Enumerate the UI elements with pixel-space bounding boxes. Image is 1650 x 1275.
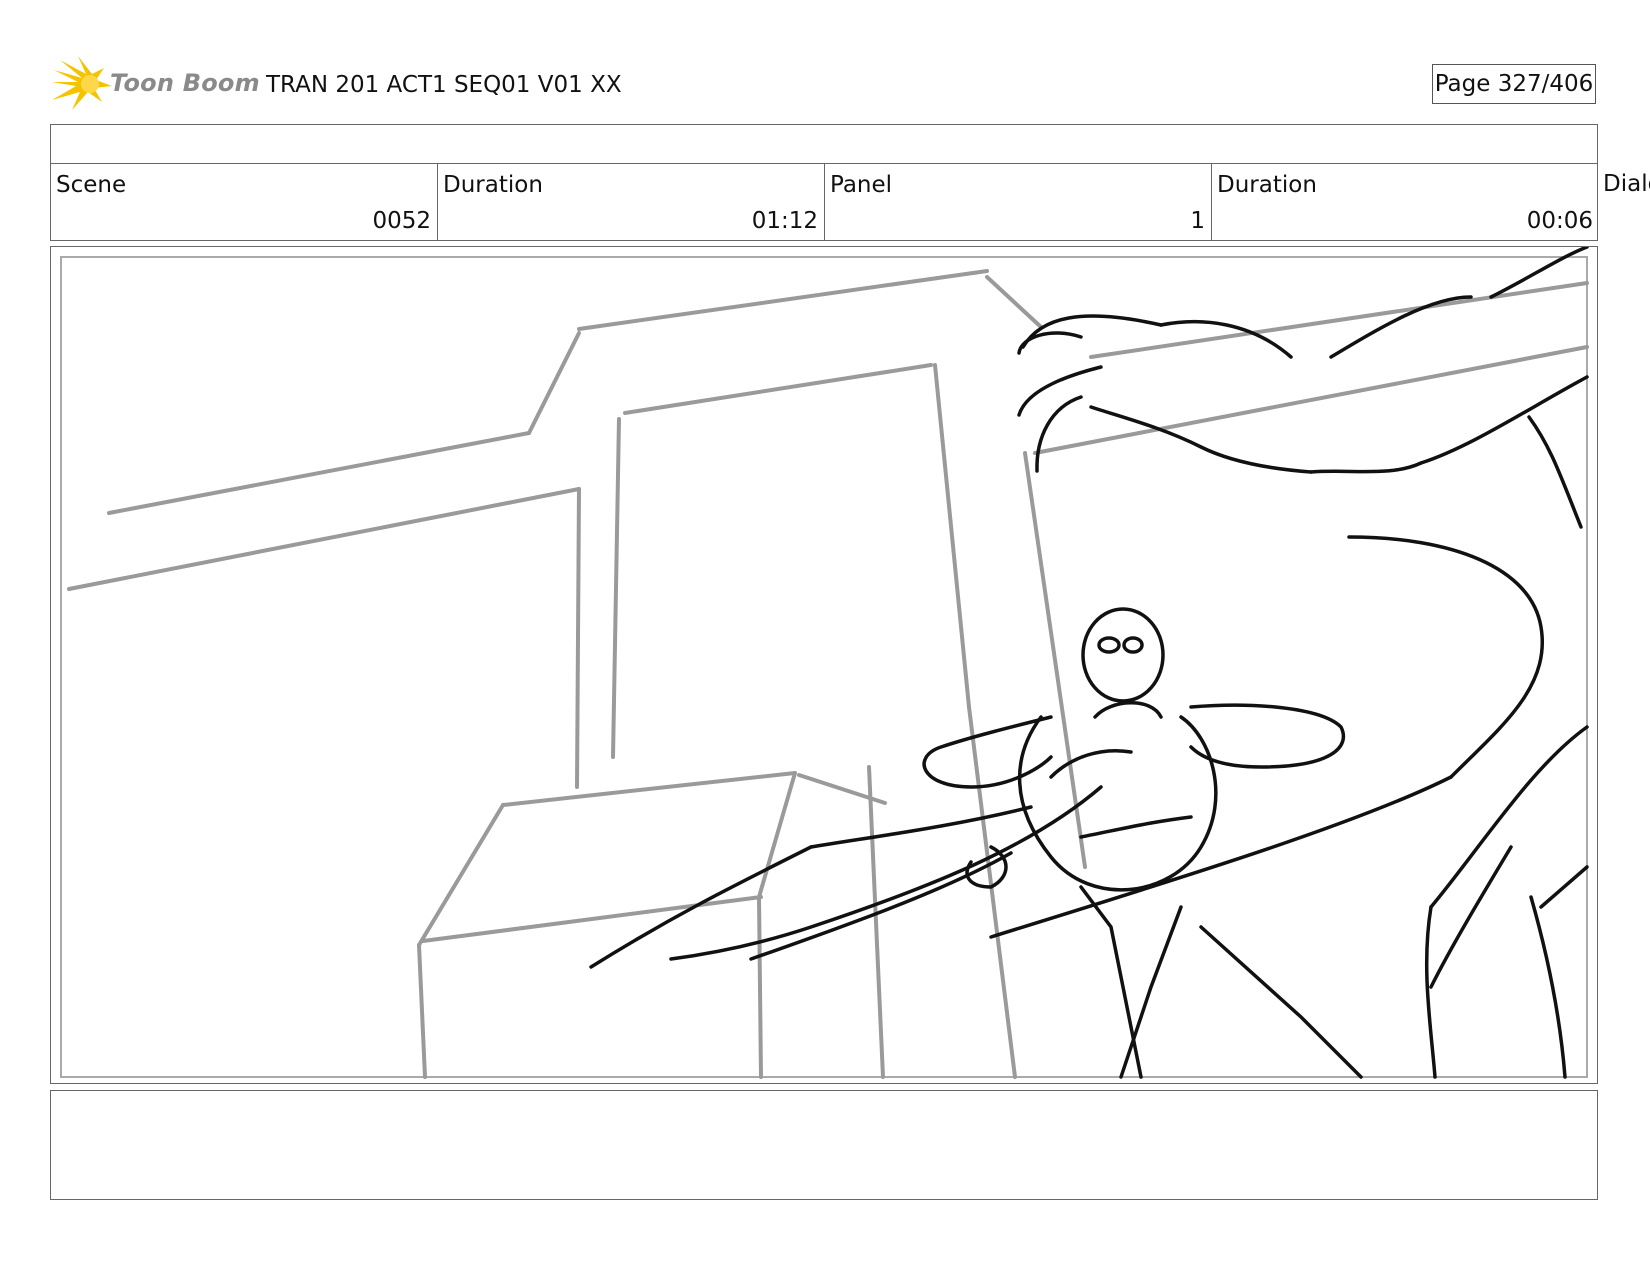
page-indicator: Page 327/406 (1432, 64, 1596, 104)
panel-duration-value: 00:06 (1526, 208, 1593, 234)
panel-cell: Panel 1 (825, 164, 1212, 240)
project-title: TRAN 201 ACT1 SEQ01 V01 XX (266, 72, 622, 98)
scene-duration-value: 01:12 (751, 208, 818, 234)
storyboard-sketch (60, 247, 1589, 1079)
toon-boom-burst-icon (52, 56, 112, 110)
panel-notes-area (50, 1090, 1598, 1200)
scene-label: Scene (56, 172, 127, 198)
toon-boom-logo: Toon Boom (52, 56, 260, 116)
brand-name: Toon Boom (110, 69, 260, 97)
scene-duration-cell: Duration 01:12 (438, 164, 825, 240)
dialog-label: Dialo (1603, 171, 1650, 197)
panel-label: Panel (830, 172, 893, 198)
panel-duration-label: Duration (1217, 172, 1317, 198)
scene-duration-label: Duration (443, 172, 543, 198)
header-strip (50, 124, 1598, 164)
panel-info-row: Scene 0052 Duration 01:12 Panel 1 Durati… (50, 163, 1598, 241)
scene-value: 0052 (372, 208, 431, 234)
panel-value: 1 (1190, 208, 1205, 234)
storyboard-panel (50, 246, 1598, 1084)
scene-cell: Scene 0052 (51, 164, 438, 240)
panel-duration-cell: Duration 00:06 (1212, 164, 1599, 240)
